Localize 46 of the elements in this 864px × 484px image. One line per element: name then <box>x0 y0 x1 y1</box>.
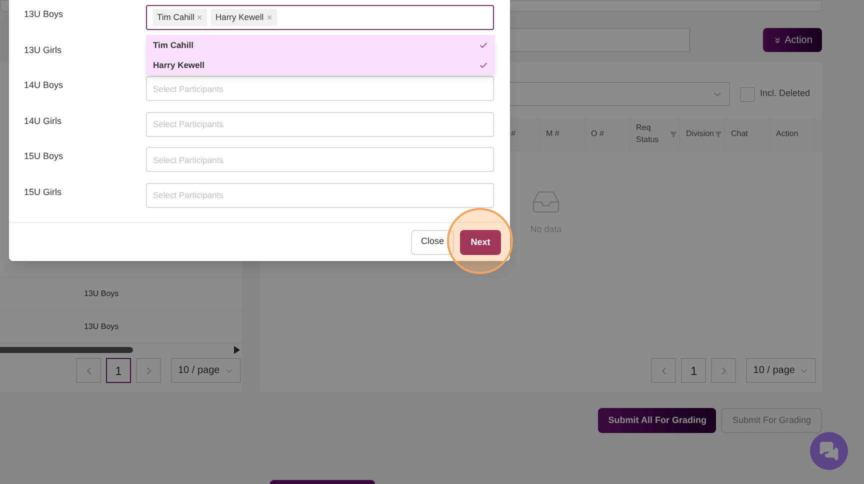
participants-field[interactable]: Select Participants <box>146 147 494 172</box>
checkbox-label: Incl. Deleted <box>760 87 810 100</box>
next-page-button[interactable] <box>136 358 161 383</box>
table-cell: 13U Boys <box>84 288 119 300</box>
filter-icon[interactable] <box>715 130 722 138</box>
division-label: 15U Boys <box>24 150 64 163</box>
dropdown-option[interactable]: Tim Cahill <box>146 35 495 55</box>
page-size-select[interactable]: 10 / page <box>746 358 816 383</box>
previous-page-button[interactable] <box>651 358 676 383</box>
page-button[interactable]: 1 <box>681 358 706 383</box>
column-header: # <box>511 128 516 140</box>
participants-field[interactable]: Select Participants <box>146 76 494 101</box>
close-icon[interactable] <box>266 14 273 21</box>
page-button[interactable]: 1 <box>106 358 131 383</box>
column-header: Division <box>686 128 716 140</box>
scrollbar-thumb[interactable] <box>0 346 133 352</box>
division-label: 13U Boys <box>24 8 64 21</box>
participants-field[interactable]: Select Participants <box>146 112 494 136</box>
participants-field[interactable]: Tim Cahill Harry Kewell <box>146 5 494 30</box>
check-icon <box>479 60 488 70</box>
column-header: M # <box>546 128 560 140</box>
action-button[interactable]: Action <box>763 28 822 52</box>
participants-field[interactable]: Select Participants <box>146 182 494 208</box>
check-icon <box>479 40 488 50</box>
page-size-select[interactable]: 10 / page <box>171 358 241 383</box>
previous-page-button[interactable] <box>76 358 101 383</box>
dropdown-option[interactable]: Harry Kewell <box>146 55 495 75</box>
division-label: 13U Girls <box>24 44 63 56</box>
filter-icon[interactable] <box>670 130 677 138</box>
table-cell: 13U Boys <box>84 321 119 333</box>
participant-tag: Tim Cahill <box>153 9 208 26</box>
column-header: Chat <box>731 128 749 140</box>
chat-button[interactable] <box>810 432 848 470</box>
column-header: Req Status <box>636 122 660 146</box>
column-header: Action <box>776 128 800 140</box>
speech-bubbles-icon <box>819 441 839 461</box>
division-label: 15U Girls <box>24 186 63 198</box>
close-icon[interactable] <box>196 14 204 21</box>
submit-button[interactable]: Submit All For Grading <box>598 408 716 433</box>
double-chevron-icon <box>772 36 782 44</box>
participant-tag: Harry Kewell <box>211 9 277 26</box>
next-button[interactable]: Next <box>460 230 501 256</box>
next-page-button[interactable] <box>711 358 736 383</box>
division-label: 14U Boys <box>24 79 64 92</box>
division-label: 14U Girls <box>24 114 63 128</box>
column-header: O # <box>591 128 605 140</box>
